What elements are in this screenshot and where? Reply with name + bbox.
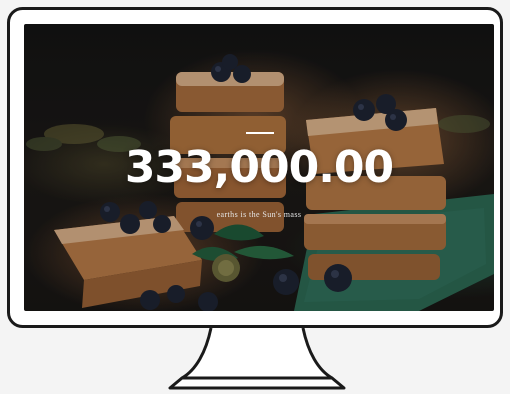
hero-divider <box>246 132 274 134</box>
hero-stat-number: 333,000.00 <box>124 142 394 193</box>
monitor-screen: 333,000.00 earths is the Sun's mass <box>24 24 494 311</box>
page: 333,000.00 earths is the Sun's mass <box>0 0 510 394</box>
hero-stat-caption: earths is the Sun's mass <box>216 210 302 219</box>
